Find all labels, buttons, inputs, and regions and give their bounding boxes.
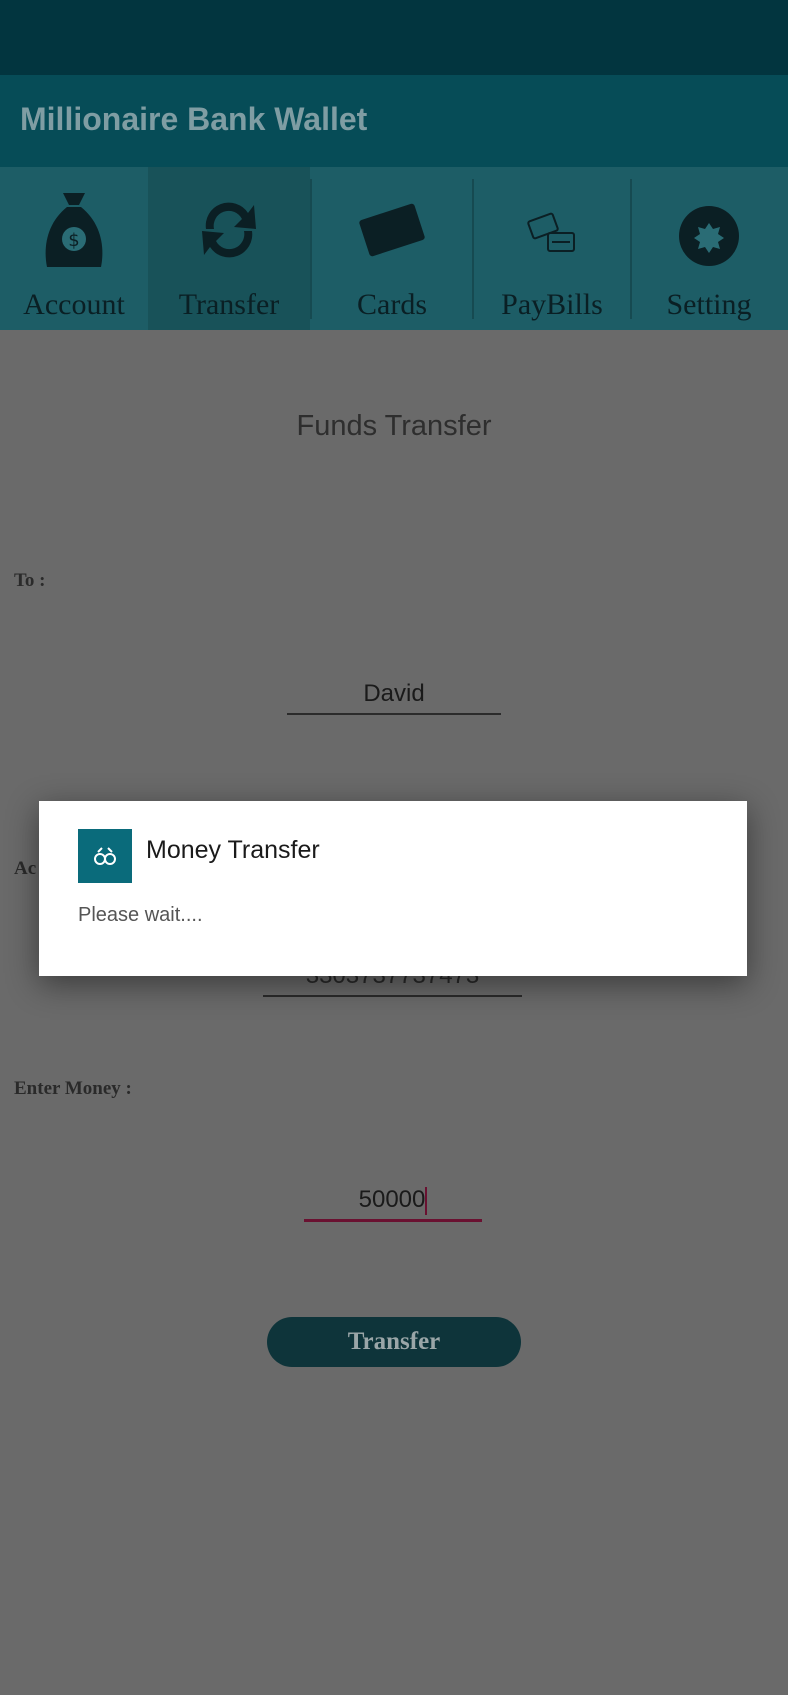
account-label: Ac [14,858,37,879]
refresh-icon [202,202,256,258]
transfer-button[interactable]: Transfer [267,1317,521,1367]
money-label: Enter Money : [14,1078,132,1099]
pay-bills-icon [527,212,575,252]
tab-label: PayBills [501,288,603,321]
tab-transfer[interactable]: Transfer [148,167,310,330]
account-underline [263,995,522,997]
gear-icon [679,206,739,266]
to-label: To : [14,570,46,591]
recipient-field[interactable]: David [287,680,501,708]
app-logo-icon [94,847,116,865]
tab-setting[interactable]: Setting [632,167,786,330]
tab-cards[interactable]: Cards [312,167,472,330]
amount-field[interactable]: 50000 [304,1186,482,1215]
app-title: Millionaire Bank Wallet [20,101,368,137]
transfer-form: Funds Transfer To : David Ac 33037377374… [0,330,788,1695]
money-bag-icon: $ [45,193,103,267]
progress-dialog: Money Transfer Please wait.... [39,801,747,976]
svg-text:$: $ [68,230,79,251]
dialog-title: Money Transfer [146,836,320,864]
tab-paybills[interactable]: PayBills [474,167,630,330]
tab-label: Setting [666,288,752,321]
tab-label: Cards [357,288,427,321]
recipient-underline [287,713,501,715]
status-bar [0,0,788,75]
tab-bar: $ Account Transfer Cards PayBills Settin… [0,167,788,330]
page-title: Funds Transfer [296,410,492,442]
tab-label: Transfer [178,288,280,321]
text-cursor [425,1186,428,1215]
dialog-message: Please wait.... [78,904,203,926]
app-icon [78,829,132,883]
app-bar: Millionaire Bank Wallet [0,75,788,167]
amount-value: 50000 [358,1186,426,1213]
amount-underline [304,1219,482,1222]
tab-account[interactable]: $ Account [0,167,148,330]
tab-label: Account [23,288,125,321]
card-icon [359,203,425,257]
